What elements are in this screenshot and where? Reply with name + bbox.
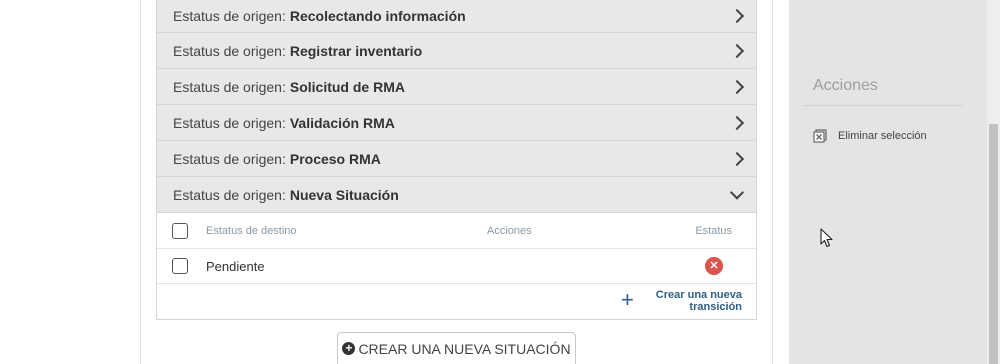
destino-cell: Pendiente bbox=[206, 258, 265, 274]
accordion-item-recolectando[interactable]: Estatus de origen: Recolectando informac… bbox=[157, 0, 756, 33]
origin-status-value: Validación RMA bbox=[289, 114, 395, 131]
table-header: Estatus de destino Acciones Estatus bbox=[157, 213, 756, 249]
header-acciones: Acciones bbox=[487, 224, 532, 237]
delete-icon bbox=[813, 129, 827, 143]
origin-status-label: Estatus de origen: bbox=[173, 8, 286, 24]
left-background bbox=[0, 0, 140, 364]
delete-selection-action[interactable]: Eliminar selección bbox=[813, 129, 927, 143]
accordion-item-nueva-situacion[interactable]: Estatus de origen: Nueva Situación bbox=[157, 177, 756, 213]
chevron-right-icon bbox=[729, 151, 745, 166]
actions-sidebar bbox=[789, 0, 1000, 364]
divider bbox=[803, 105, 963, 106]
origin-status-value: Nueva Situación bbox=[289, 186, 399, 203]
select-all-checkbox[interactable] bbox=[172, 222, 188, 239]
accordion-item-validacion-rma[interactable]: Estatus de origen: Validación RMA bbox=[157, 105, 756, 141]
chevron-right-icon bbox=[729, 115, 745, 130]
create-situation-button[interactable]: + CREAR UNA NUEVA SITUACIÓN bbox=[337, 332, 576, 364]
origin-status-label: Estatus de origen: bbox=[173, 42, 286, 59]
table-footer: + Crear una nueva transición bbox=[157, 284, 756, 319]
plus-circle-icon: + bbox=[342, 342, 356, 355]
scrollbar-thumb[interactable] bbox=[989, 124, 998, 364]
table-row: Pendiente ✕ bbox=[157, 249, 756, 284]
chevron-right-icon bbox=[729, 8, 745, 24]
gap-strip bbox=[773, 0, 789, 364]
origin-status-value: Registrar inventario bbox=[289, 42, 423, 59]
transitions-table: Estatus de destino Acciones Estatus Pend… bbox=[157, 213, 756, 319]
create-situation-label: CREAR UNA NUEVA SITUACIÓN bbox=[358, 340, 571, 357]
origin-status-value: Recolectando información bbox=[289, 8, 466, 24]
origin-status-label: Estatus de origen: bbox=[173, 78, 286, 95]
header-estatus: Estatus bbox=[695, 224, 732, 237]
error-x-icon[interactable]: ✕ bbox=[705, 257, 723, 275]
chevron-right-icon bbox=[729, 79, 745, 94]
origin-status-label: Estatus de origen: bbox=[173, 186, 286, 203]
origin-status-value: Proceso RMA bbox=[289, 150, 381, 167]
accordion-item-solicitud-rma[interactable]: Estatus de origen: Solicitud de RMA bbox=[157, 69, 756, 105]
accordion-item-registrar-inventario[interactable]: Estatus de origen: Registrar inventario bbox=[157, 33, 756, 69]
chevron-down-icon bbox=[729, 184, 745, 200]
accordion-item-proceso-rma[interactable]: Estatus de origen: Proceso RMA bbox=[157, 141, 756, 177]
create-transition-link[interactable]: Crear una nueva transición bbox=[632, 289, 742, 313]
row-checkbox[interactable] bbox=[172, 258, 188, 274]
actions-title: Acciones bbox=[813, 77, 878, 94]
mouse-cursor-icon bbox=[820, 228, 833, 248]
chevron-right-icon bbox=[729, 43, 745, 58]
origin-status-label: Estatus de origen: bbox=[173, 114, 286, 131]
transitions-accordion: Estatus de origen: Recolectando informac… bbox=[156, 0, 757, 320]
header-destino: Estatus de destino bbox=[206, 224, 297, 237]
origin-status-label: Estatus de origen: bbox=[173, 150, 286, 167]
origin-status-value: Solicitud de RMA bbox=[289, 78, 405, 95]
delete-selection-label: Eliminar selección bbox=[838, 130, 927, 142]
